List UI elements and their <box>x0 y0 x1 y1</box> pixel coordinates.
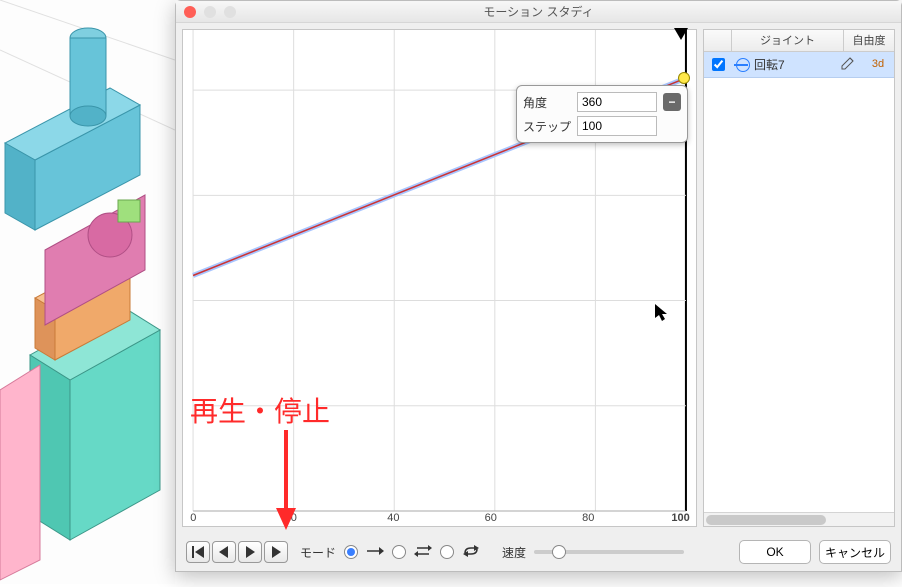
joint-row[interactable]: 回転7 3 d <box>704 52 894 78</box>
step-forward-button[interactable] <box>238 541 262 563</box>
speed-label: 速度 <box>502 544 526 561</box>
joint-enable-checkbox[interactable] <box>712 58 725 71</box>
joints-panel: ジョイント 自由度 回転7 3 d <box>703 29 895 527</box>
mode-once-radio[interactable] <box>344 545 358 559</box>
playhead-marker[interactable] <box>674 28 688 45</box>
dof-value-2: d <box>878 59 884 70</box>
step-back-button[interactable] <box>212 541 236 563</box>
mode-pingpong-radio[interactable] <box>392 545 406 559</box>
graph-area[interactable]: 角度 − ステップ 0 20 40 60 80 100 <box>183 30 696 526</box>
horizontal-scrollbar[interactable] <box>704 512 894 526</box>
angle-label: 角度 <box>523 94 571 111</box>
angle-input[interactable] <box>577 92 657 112</box>
arrow-right-icon <box>366 545 384 560</box>
steps-input[interactable] <box>577 116 657 136</box>
scrollbar-thumb[interactable] <box>706 515 826 525</box>
mouse-cursor-icon <box>655 304 669 325</box>
mode-loop-radio[interactable] <box>440 545 454 559</box>
keyframe-editor: 角度 − ステップ <box>516 85 688 143</box>
speed-group: 速度 <box>502 544 684 561</box>
joint-name: 回転7 <box>754 56 785 73</box>
playback-controls <box>186 541 288 563</box>
mode-label: モード <box>300 544 336 561</box>
speed-slider[interactable] <box>534 550 684 554</box>
cancel-button[interactable]: キャンセル <box>819 540 891 564</box>
mode-group: モード <box>300 544 480 561</box>
steps-label: ステップ <box>523 118 571 135</box>
col-joint-label: ジョイント <box>732 30 844 51</box>
graph-panel: 角度 − ステップ 0 20 40 60 80 100 <box>182 29 697 527</box>
play-button[interactable] <box>264 541 288 563</box>
x-axis-labels: 0 20 40 60 80 100 <box>183 508 696 526</box>
pingpong-icon <box>414 545 432 560</box>
col-checkbox <box>704 30 732 51</box>
slider-thumb[interactable] <box>552 545 566 559</box>
dialog-title: モーション スタディ <box>176 3 901 20</box>
keyframe-point[interactable] <box>678 72 690 84</box>
ok-button[interactable]: OK <box>739 540 811 564</box>
remove-keyframe-button[interactable]: − <box>663 93 681 111</box>
viewport-3d-background <box>0 0 175 584</box>
revolute-joint-icon <box>736 58 750 72</box>
motion-study-dialog: モーション スタディ <box>175 0 902 572</box>
titlebar: モーション スタディ <box>176 1 901 23</box>
go-start-button[interactable] <box>186 541 210 563</box>
edit-icon[interactable] <box>840 55 856 74</box>
loop-icon <box>462 545 480 560</box>
joints-header: ジョイント 自由度 <box>704 30 894 52</box>
bottom-controls: モード 速度 OK キャンセル <box>176 533 901 571</box>
col-dof-label: 自由度 <box>844 30 894 51</box>
